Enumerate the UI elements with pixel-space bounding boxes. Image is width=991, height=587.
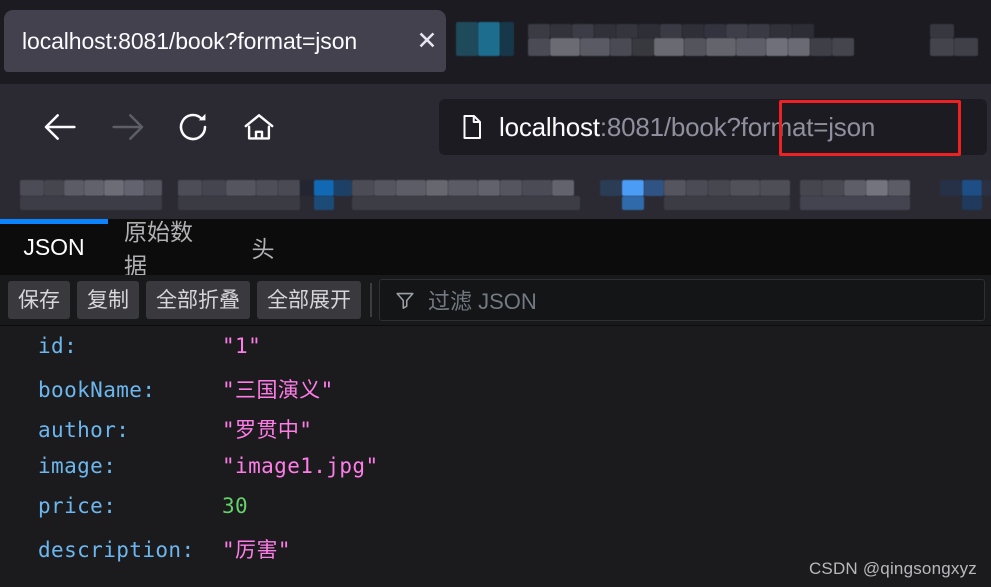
reload-icon — [175, 109, 211, 145]
json-row[interactable]: author: "罗贯中" — [0, 414, 991, 454]
json-key: price: — [38, 494, 117, 518]
json-value: "image1.jpg" — [222, 454, 379, 478]
forward-button[interactable] — [94, 94, 160, 160]
tab-headers[interactable]: 头 — [228, 219, 298, 275]
json-key: bookName: — [38, 378, 156, 402]
home-icon — [241, 109, 277, 145]
json-key: image: — [38, 454, 117, 478]
page-icon — [457, 112, 491, 142]
json-value: 30 — [222, 494, 249, 518]
save-button[interactable]: 保存 — [8, 281, 70, 319]
json-row[interactable]: image: "image1.jpg" — [0, 454, 991, 494]
browser-tab-active[interactable]: localhost:8081/book?format=json ✕ — [4, 10, 446, 72]
navigation-toolbar: localhost:8081/book?format=json — [0, 88, 991, 166]
filter-placeholder: 过滤 JSON — [428, 289, 537, 314]
bookmarks-bar[interactable] — [0, 166, 991, 219]
toolbar-separator — [370, 283, 372, 317]
filter-icon — [394, 289, 416, 311]
json-key: author: — [38, 418, 130, 442]
tab-headers-label: 头 — [251, 236, 275, 262]
json-key: description: — [38, 538, 195, 562]
reload-button[interactable] — [160, 94, 226, 160]
json-viewer-toolbar: 保存 复制 全部折叠 全部展开 过滤 JSON — [0, 275, 991, 326]
json-viewer-tabs: JSON 原始数据 头 — [0, 219, 991, 279]
tab-close-icon[interactable]: ✕ — [408, 10, 446, 72]
address-bar-text: localhost:8081/book?format=json — [491, 112, 875, 143]
tab-title-fade — [356, 10, 408, 72]
json-row[interactable]: id: "1" — [0, 334, 991, 374]
url-query: ?format=json — [726, 111, 876, 142]
forward-arrow-icon — [107, 107, 147, 147]
collapse-all-button[interactable]: 全部折叠 — [146, 281, 250, 319]
url-path: :8081/book — [599, 111, 727, 142]
back-arrow-icon — [41, 107, 81, 147]
json-row[interactable]: price: 30 — [0, 494, 991, 534]
filter-json-input[interactable]: 过滤 JSON — [379, 279, 985, 321]
tab-raw-data[interactable]: 原始数据 — [108, 219, 228, 279]
tab-json[interactable]: JSON — [0, 219, 108, 275]
json-value: "三国演义" — [222, 378, 334, 402]
browser-window: localhost:8081/book?format=json ✕ localh… — [0, 0, 991, 587]
json-value: "厉害" — [222, 538, 291, 562]
tab-title-wrapper: localhost:8081/book?format=json — [22, 10, 408, 72]
back-button[interactable] — [28, 94, 94, 160]
masked-background-tabs[interactable] — [450, 10, 991, 72]
json-content-panel: id: "1" bookName: "三国演义" author: "罗贯中" i… — [0, 326, 991, 587]
url-host: localhost — [499, 111, 600, 142]
copy-button[interactable]: 复制 — [77, 281, 139, 319]
tab-strip: localhost:8081/book?format=json ✕ — [0, 0, 991, 88]
home-button[interactable] — [226, 94, 292, 160]
tab-title: localhost:8081/book?format=json — [22, 27, 358, 54]
json-key: id: — [38, 334, 78, 358]
json-value: "罗贯中" — [222, 418, 313, 442]
expand-all-button[interactable]: 全部展开 — [257, 281, 361, 319]
tab-json-label: JSON — [23, 233, 85, 260]
tab-raw-data-label: 原始数据 — [124, 219, 193, 279]
address-bar[interactable]: localhost:8081/book?format=json — [439, 99, 987, 155]
watermark: CSDN @qingsongxyz — [808, 559, 977, 578]
json-value: "1" — [222, 334, 262, 358]
json-row[interactable]: bookName: "三国演义" — [0, 374, 991, 414]
